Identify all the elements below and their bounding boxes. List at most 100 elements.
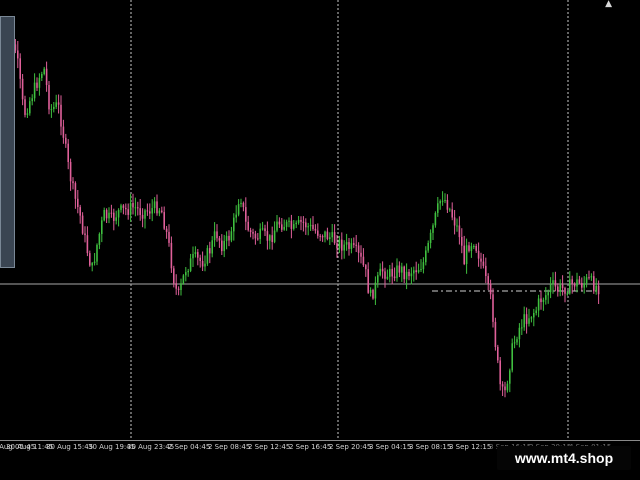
bull-candle	[38, 77, 41, 88]
bear-candle	[113, 212, 115, 221]
bear-candle	[249, 230, 252, 232]
bull-candle	[456, 225, 458, 227]
bear-candle	[319, 235, 321, 237]
bear-candle	[408, 271, 410, 277]
bear-candle	[67, 143, 69, 162]
bull-candle	[117, 209, 120, 218]
bear-candle	[355, 244, 357, 246]
bull-candle	[405, 271, 408, 280]
bear-candle	[228, 235, 230, 241]
bear-candle	[252, 232, 254, 234]
watermark: www.mt4.shop	[497, 446, 631, 470]
bull-candle	[389, 268, 391, 277]
bear-candle	[60, 104, 62, 127]
bull-candle	[225, 235, 228, 241]
bull-candle	[43, 68, 45, 74]
bear-candle	[209, 248, 211, 254]
bull-candle	[307, 226, 309, 228]
bear-candle	[480, 258, 482, 262]
bear-candle	[564, 288, 566, 294]
bear-candle	[453, 217, 456, 226]
bear-candle	[86, 235, 89, 254]
bull-candle	[213, 231, 216, 241]
bull-candle	[103, 210, 105, 221]
bear-candle	[24, 99, 26, 115]
bull-candle	[293, 224, 295, 229]
bear-candle	[581, 283, 583, 288]
bear-candle	[170, 242, 173, 269]
bear-candle	[588, 277, 590, 279]
bull-candle	[552, 280, 554, 285]
bear-candle	[36, 82, 38, 88]
bear-candle	[451, 209, 453, 218]
chart-shift-arrow-icon[interactable]: ▲	[605, 0, 612, 9]
bear-candle	[149, 211, 151, 214]
bear-candle	[132, 203, 134, 208]
bear-candle	[139, 208, 141, 215]
bear-candle	[321, 236, 324, 238]
bear-candle	[221, 240, 223, 252]
bear-candle	[69, 162, 72, 182]
bull-candle	[158, 210, 161, 214]
bear-candle	[561, 284, 564, 289]
bear-candle	[122, 205, 125, 208]
bull-candle	[422, 262, 425, 270]
bull-candle	[386, 276, 389, 279]
bear-candle	[79, 207, 81, 216]
bull-candle	[55, 102, 57, 107]
bull-candle	[547, 292, 549, 296]
bull-candle	[473, 246, 475, 247]
bear-candle	[398, 265, 401, 273]
bear-candle	[216, 231, 218, 239]
bear-candle	[554, 280, 557, 287]
bull-candle	[396, 265, 398, 279]
bear-candle	[360, 252, 362, 257]
bear-candle	[125, 207, 127, 210]
bull-candle	[379, 268, 381, 276]
bull-candle	[144, 210, 146, 219]
bull-candle	[434, 213, 437, 226]
bear-candle	[137, 207, 139, 209]
time-label: 2 Sep 08:45	[208, 443, 251, 451]
bear-candle	[165, 228, 168, 232]
bull-candle	[410, 273, 413, 277]
bull-candle	[417, 270, 420, 273]
info-panel	[0, 16, 15, 268]
bull-candle	[350, 243, 353, 249]
bull-candle	[206, 248, 209, 264]
bull-candle	[465, 245, 468, 264]
bull-candle	[33, 82, 36, 99]
bull-candle	[343, 244, 345, 251]
bear-candle	[48, 85, 50, 110]
bear-candle	[72, 181, 74, 184]
bear-candle	[341, 239, 343, 251]
bear-candle	[290, 220, 293, 229]
bull-candle	[230, 231, 233, 241]
bear-candle	[57, 102, 60, 105]
bear-candle	[242, 202, 245, 208]
bull-candle	[528, 318, 530, 324]
bear-candle	[110, 212, 113, 214]
bull-candle	[530, 317, 533, 319]
bear-candle	[74, 183, 77, 199]
bull-candle	[96, 244, 98, 262]
time-label: 3 Sep 08:15	[409, 443, 452, 451]
bull-candle	[441, 200, 444, 202]
bear-candle	[384, 271, 386, 279]
bear-candle	[271, 235, 273, 242]
bear-candle	[461, 237, 463, 246]
time-label: 3 Sep 04:15	[369, 443, 412, 451]
bear-candle	[403, 266, 405, 280]
bear-candle	[314, 228, 317, 231]
bear-candle	[326, 231, 329, 239]
price-chart[interactable]: ▲	[0, 0, 640, 440]
bear-candle	[458, 225, 461, 238]
bear-candle	[62, 126, 65, 138]
time-label: 2 Sep 12:45	[248, 443, 291, 451]
bear-candle	[77, 198, 79, 207]
bear-candle	[499, 360, 501, 385]
bull-candle	[129, 203, 132, 215]
bear-candle	[593, 276, 595, 292]
bear-candle	[492, 294, 494, 322]
bull-candle	[427, 243, 429, 251]
